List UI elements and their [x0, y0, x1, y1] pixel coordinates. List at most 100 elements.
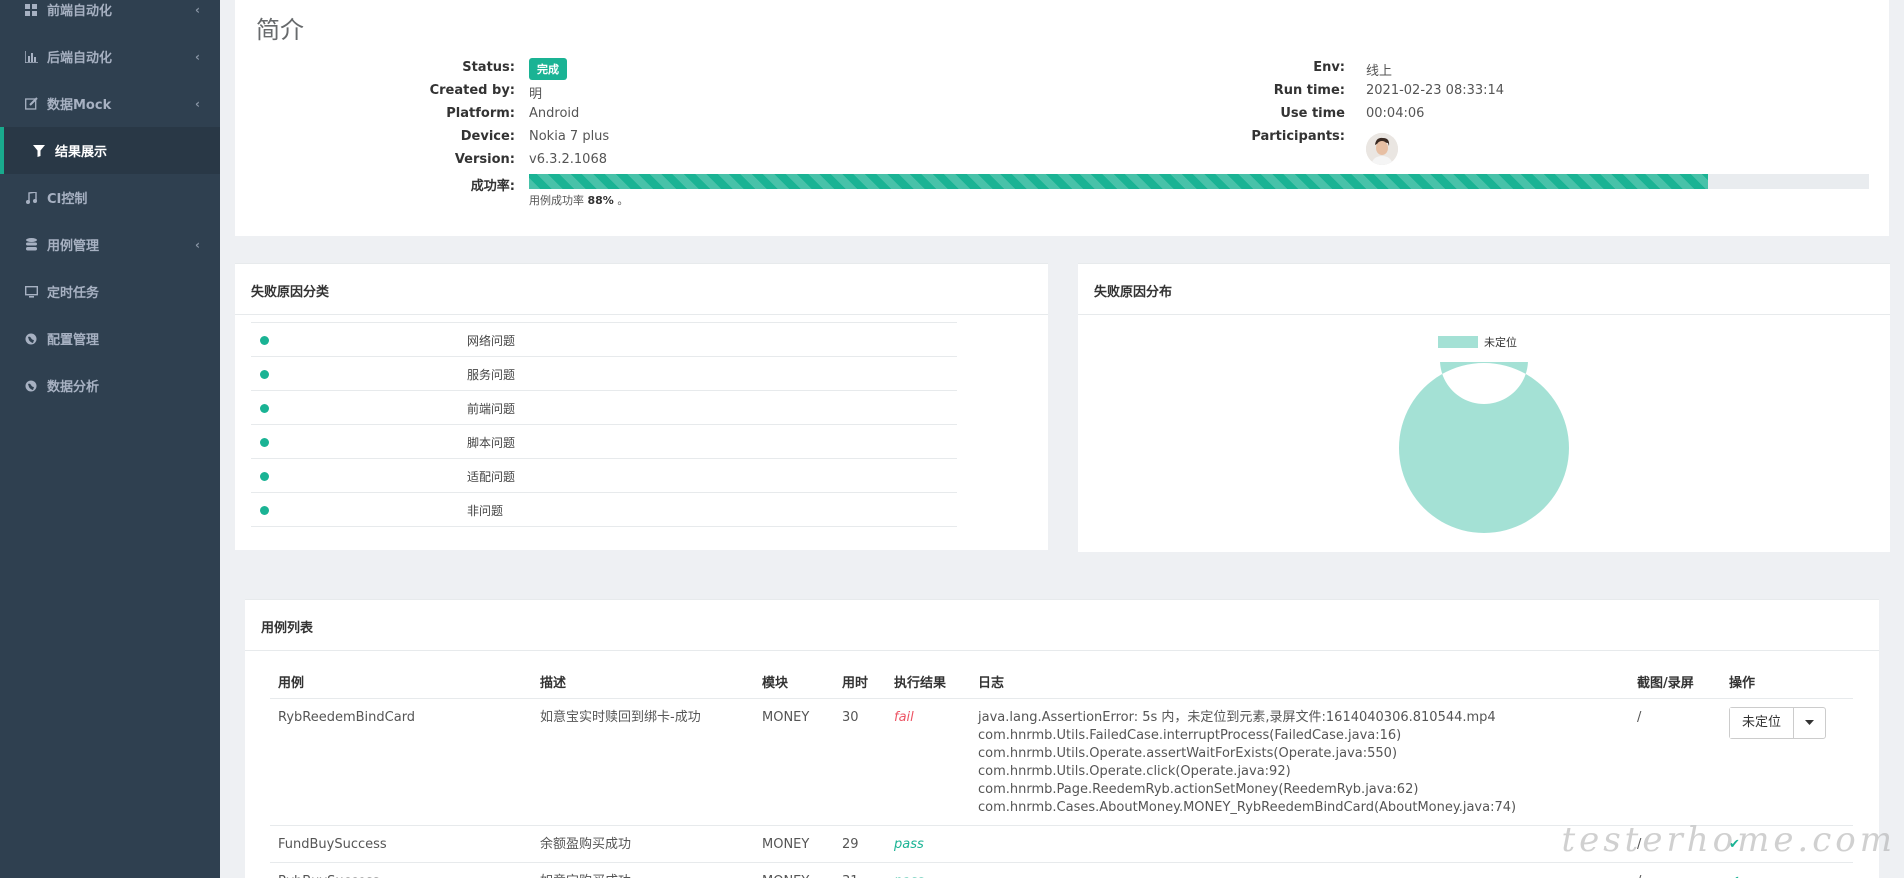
env-value: 线上	[1366, 64, 1393, 79]
column-header[interactable]: 截图/录屏	[1629, 666, 1721, 699]
case-module: MONEY	[754, 825, 834, 863]
status-label: Status:	[462, 60, 515, 75]
action-button-group: 未定位	[1729, 706, 1827, 739]
case-result-cell: pass	[886, 825, 970, 863]
case-module: MONEY	[754, 862, 834, 878]
result-fail: fail	[894, 709, 914, 725]
sidebar: 前端自动化 ‹ 后端自动化 ‹ 数据Mock ‹ 结果展示 CI控制 用例管理 …	[0, 0, 220, 878]
grid-icon	[24, 3, 38, 17]
case-media: /	[1629, 862, 1721, 878]
participant-avatar[interactable]	[1366, 133, 1398, 165]
column-header[interactable]: 执行结果	[886, 666, 970, 699]
list-item[interactable]: 网络问题	[251, 323, 957, 357]
reason-label: 前端问题	[467, 402, 516, 416]
dropdown-toggle-button[interactable]	[1793, 707, 1825, 738]
chevron-left-icon: ‹	[195, 2, 200, 17]
log-line: com.hnrmb.Utils.Operate.assertWaitForExi…	[978, 745, 1398, 761]
filter-icon	[32, 144, 46, 158]
column-header[interactable]: 操作	[1721, 666, 1853, 699]
log-line: com.hnrmb.Page.ReedemRyb.actionSetMoney(…	[978, 781, 1419, 797]
sidebar-item-label: 后端自动化	[47, 51, 113, 66]
case-media: /	[1629, 698, 1721, 826]
failure-distribution-panel: 失败原因分布 未定位	[1078, 263, 1890, 552]
success-note-prefix: 用例成功率	[529, 194, 584, 207]
list-item[interactable]: 脚本问题	[251, 425, 957, 459]
version-value: v6.3.2.1068	[529, 152, 607, 167]
failure-donut-chart	[1399, 362, 1569, 533]
chevron-left-icon: ‹	[195, 237, 200, 252]
sidebar-item-results[interactable]: 结果展示	[0, 127, 220, 174]
globe-icon	[24, 332, 38, 346]
sidebar-item-label: 定时任务	[47, 286, 100, 301]
sidebar-item-scheduled-tasks[interactable]: 定时任务	[0, 268, 220, 315]
sidebar-item-label: 数据分析	[47, 380, 100, 395]
case-duration: 31	[834, 862, 886, 878]
unlocated-button[interactable]: 未定位	[1730, 707, 1794, 738]
list-item[interactable]: 非问题	[251, 493, 957, 527]
summary-panel: 简介 Status: 完成 Created by: 明 Platform: An…	[235, 0, 1889, 236]
list-item[interactable]: 适配问题	[251, 459, 957, 493]
success-progress-bar	[529, 174, 1869, 189]
chevron-left-icon: ‹	[195, 49, 200, 64]
reason-label: 服务问题	[467, 368, 516, 382]
list-item[interactable]: 服务问题	[251, 357, 957, 391]
case-description: 余额盈购买成功	[532, 825, 754, 863]
sidebar-item-ci-control[interactable]: CI控制	[0, 174, 220, 221]
sidebar-item-label: 前端自动化	[47, 4, 113, 19]
list-item[interactable]: 前端问题	[251, 391, 957, 425]
bullet-dot-icon	[260, 472, 269, 481]
case-duration: 30	[834, 698, 886, 826]
reason-label: 网络问题	[467, 334, 516, 348]
legend-label: 未定位	[1484, 336, 1517, 349]
success-progress-fill	[529, 174, 1709, 189]
case-list-title: 用例列表	[261, 621, 314, 636]
failure-category-list: 网络问题 服务问题 前端问题 脚本问题 适配问题 非问题	[251, 322, 957, 527]
sidebar-item-frontend-automation[interactable]: 前端自动化 ‹	[0, 0, 220, 33]
run-time-value: 2021-02-23 08:33:14	[1366, 83, 1505, 98]
case-result-cell: fail	[886, 698, 970, 826]
version-label: Version:	[454, 152, 515, 167]
sidebar-item-data-analysis[interactable]: 数据分析	[0, 362, 220, 409]
database-icon	[24, 238, 38, 252]
case-action: ✔	[1721, 862, 1853, 878]
failure-category-title: 失败原因分类	[251, 285, 330, 300]
platform-value: Android	[529, 106, 580, 121]
use-time-label: Use time	[1280, 106, 1345, 121]
column-header[interactable]: 用时	[834, 666, 886, 699]
case-log: java.lang.AssertionError: 5s 内，未定位到元素,录屏…	[970, 698, 1629, 826]
success-rate-label: 成功率:	[470, 179, 515, 194]
participants-label: Participants:	[1251, 129, 1345, 144]
device-label: Device:	[460, 129, 515, 144]
column-header[interactable]: 模块	[754, 666, 834, 699]
result-pass: pass	[894, 836, 924, 852]
check-icon[interactable]: ✔	[1729, 874, 1740, 878]
column-header[interactable]: 描述	[532, 666, 754, 699]
desktop-icon	[24, 285, 38, 299]
column-header[interactable]: 用例	[270, 666, 532, 699]
bar-chart-icon	[24, 50, 38, 64]
music-icon	[24, 191, 38, 205]
case-result-cell: pass	[886, 862, 970, 878]
sidebar-item-backend-automation[interactable]: 后端自动化 ‹	[0, 33, 220, 80]
case-name: FundBuySuccess	[270, 825, 532, 863]
sidebar-item-data-mock[interactable]: 数据Mock ‹	[0, 80, 220, 127]
reason-label: 脚本问题	[467, 436, 516, 450]
divider	[245, 650, 1879, 651]
reason-label: 适配问题	[467, 470, 516, 484]
log-line: com.hnrmb.Utils.Operate.click(Operate.ja…	[978, 763, 1291, 779]
case-name: RybReedemBindCard	[270, 698, 532, 826]
platform-label: Platform:	[446, 106, 515, 121]
sidebar-item-case-management[interactable]: 用例管理 ‹	[0, 221, 220, 268]
caret-down-icon	[1805, 720, 1815, 725]
column-header[interactable]: 日志	[970, 666, 1629, 699]
sidebar-item-label: 数据Mock	[47, 98, 112, 113]
created-by-label: Created by:	[429, 83, 515, 98]
case-log	[970, 862, 1629, 878]
divider	[1078, 314, 1890, 315]
case-description: 如意宝购买成功	[532, 862, 754, 878]
chart-legend[interactable]: 未定位	[1438, 334, 1517, 350]
bullet-dot-icon	[260, 370, 269, 379]
log-line: com.hnrmb.Cases.AboutMoney.MONEY_RybReed…	[978, 799, 1517, 815]
bullet-dot-icon	[260, 438, 269, 447]
sidebar-item-config-management[interactable]: 配置管理	[0, 315, 220, 362]
